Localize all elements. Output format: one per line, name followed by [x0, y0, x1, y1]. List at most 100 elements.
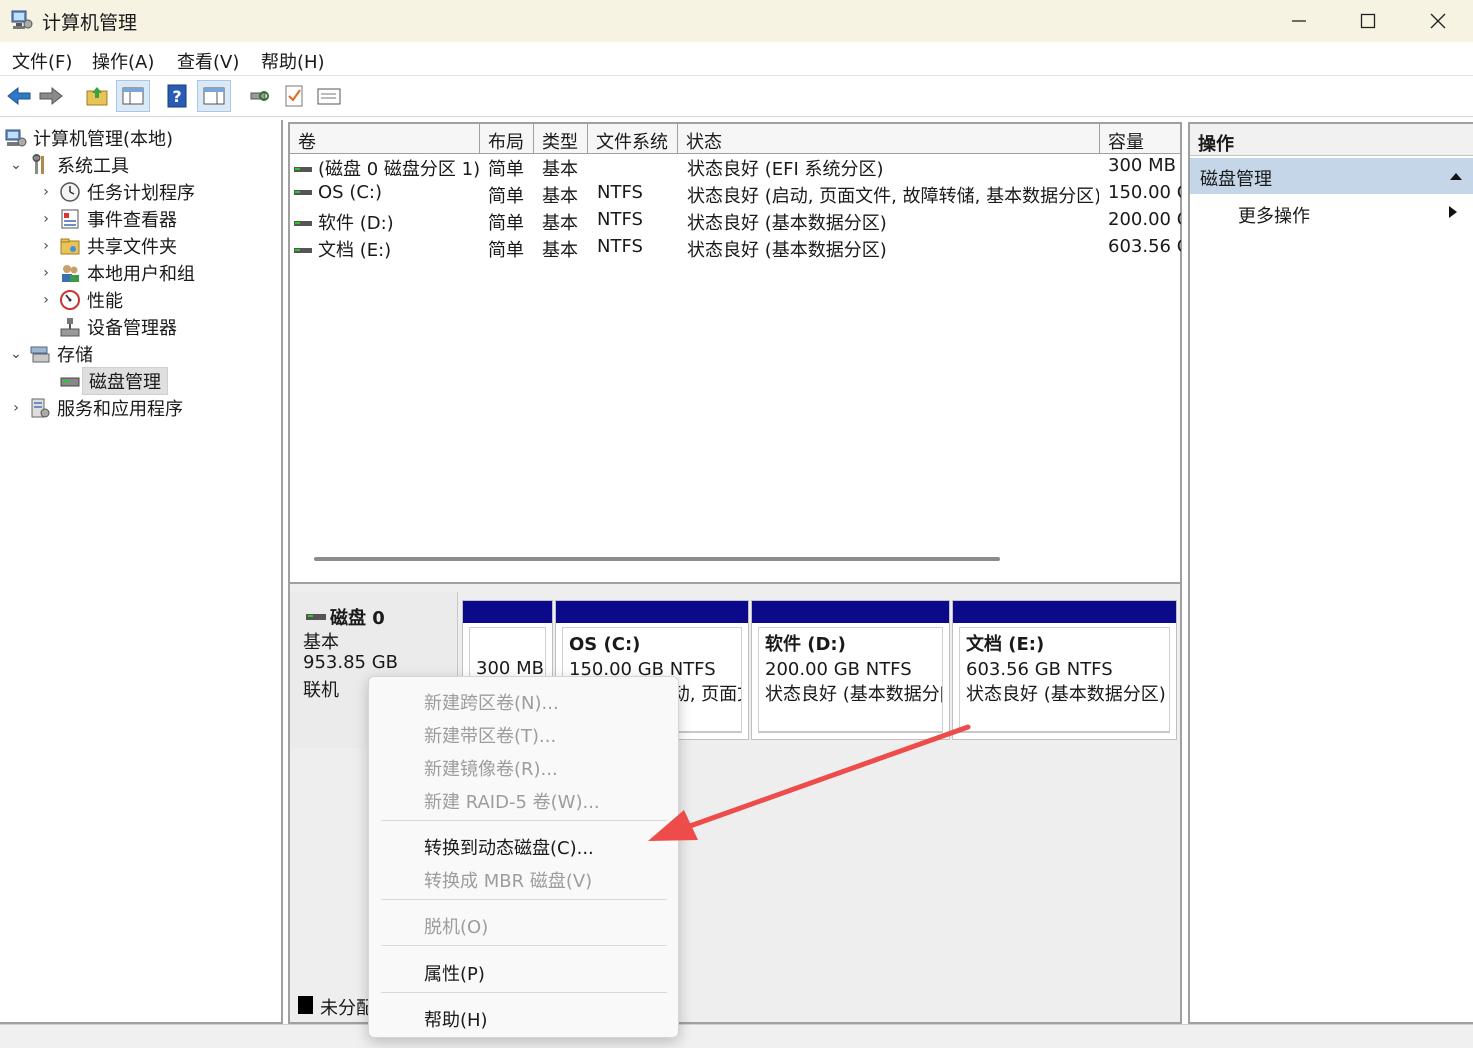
performance-gauge-icon — [58, 288, 82, 312]
submenu-arrow-icon[interactable] — [1448, 205, 1458, 219]
column-header-status[interactable]: 状态 — [678, 124, 1100, 154]
chevron-right-icon[interactable]: › — [38, 265, 54, 281]
actions-section-label: 磁盘管理 — [1200, 169, 1272, 190]
toolbar: ? — [0, 77, 1473, 117]
show-hide-tree-button[interactable] — [116, 80, 150, 112]
table-cell-status: 状态良好 (启动, 页面文件, 故障转储, 基本数据分区) — [687, 182, 1099, 209]
tree-item-system-tools[interactable]: ⌄ 系统工具 — [8, 151, 129, 178]
legend-unallocated-label: 未分配 — [320, 998, 374, 1019]
help-button[interactable]: ? — [160, 80, 194, 112]
menu-separator — [381, 945, 667, 946]
cell-text: 基本 — [542, 159, 578, 180]
horizontal-scrollbar[interactable] — [314, 557, 1000, 561]
tree-item-device-manager[interactable]: 设备管理器 — [38, 313, 177, 340]
table-cell-status: 状态良好 (基本数据分区) — [687, 236, 1099, 263]
maximize-button[interactable] — [1333, 0, 1403, 42]
menu-item-help[interactable]: 帮助(H) — [424, 1006, 488, 1032]
column-header-filesystem[interactable]: 文件系统 — [588, 124, 678, 154]
partition-bar — [953, 601, 1176, 623]
partition-d[interactable]: 软件 (D:) 200.00 GB NTFS 状态良好 (基本数据分[ — [751, 600, 950, 740]
cell-text: 简单 — [488, 213, 524, 234]
cell-text: OS (C:) — [318, 182, 382, 203]
partition-size: 603.56 GB NTFS — [966, 659, 1113, 680]
table-cell-capacity: 300 MB — [1108, 155, 1181, 182]
column-header-layout[interactable]: 布局 — [480, 124, 534, 154]
menu-help[interactable]: 帮助(H) — [261, 48, 325, 74]
show-hide-action-pane-button[interactable] — [197, 80, 231, 112]
cell-text: 200.00 G — [1108, 209, 1181, 230]
menu-item-new-raid5-volume[interactable]: 新建 RAID-5 卷(W)... — [424, 788, 600, 814]
tree-item-task-scheduler[interactable]: › 任务计划程序 — [38, 178, 195, 205]
partition-bar — [752, 601, 949, 623]
table-cell-volume: 软件 (D:) — [292, 209, 482, 236]
rescan-button[interactable] — [242, 80, 276, 112]
chevron-right-icon[interactable]: › — [38, 292, 54, 308]
menu-item-new-striped-volume[interactable]: 新建带区卷(T)... — [424, 722, 556, 748]
volume-icon — [294, 221, 312, 226]
table-cell-layout: 简单 — [488, 236, 542, 263]
chevron-right-icon[interactable]: › — [38, 184, 54, 200]
close-button[interactable] — [1403, 0, 1473, 42]
table-cell-capacity: 603.56 G — [1108, 236, 1181, 263]
menu-action[interactable]: 操作(A) — [92, 48, 154, 74]
table-cell-status: 状态良好 (EFI 系统分区) — [687, 155, 1099, 182]
forward-button[interactable] — [34, 80, 68, 112]
menu-item-new-mirrored-volume[interactable]: 新建镜像卷(R)... — [424, 755, 558, 781]
table-cell-type: 基本 — [542, 236, 596, 263]
minimize-button[interactable] — [1264, 0, 1334, 42]
users-icon — [58, 261, 82, 285]
menu-item-convert-to-dynamic[interactable]: 转换到动态磁盘(C)... — [424, 834, 594, 860]
column-header-capacity[interactable]: 容量 — [1100, 124, 1180, 154]
volume-icon — [294, 190, 312, 195]
tree-item-local-users[interactable]: › 本地用户和组 — [38, 259, 195, 286]
menu-item-new-spanned-volume[interactable]: 新建跨区卷(N)... — [424, 689, 559, 715]
partition-body: 文档 (E:) 603.56 GB NTFS 状态良好 (基本数据分区) — [959, 627, 1170, 733]
tree-label: 服务和应用程序 — [57, 398, 183, 420]
cell-text: 简单 — [488, 240, 524, 261]
cell-text: NTFS — [597, 182, 643, 203]
table-cell-volume: 文档 (E:) — [292, 236, 482, 263]
back-button[interactable] — [2, 80, 36, 112]
partition-e[interactable]: 文档 (E:) 603.56 GB NTFS 状态良好 (基本数据分区) — [952, 600, 1177, 740]
tree-item-services-apps[interactable]: › 服务和应用程序 — [8, 394, 183, 421]
column-header-type[interactable]: 类型 — [534, 124, 588, 154]
cell-text: 状态良好 (基本数据分区) — [687, 213, 887, 234]
chevron-right-icon[interactable]: › — [38, 211, 54, 227]
menu-item-properties[interactable]: 属性(P) — [424, 960, 485, 986]
chevron-right-icon[interactable]: › — [38, 238, 54, 254]
tools-icon — [28, 153, 52, 177]
tree-item-root[interactable]: 计算机管理(本地) — [4, 124, 173, 151]
table-cell-filesystem: NTFS — [597, 236, 687, 263]
properties-toolbar-button[interactable] — [312, 80, 346, 112]
chevron-down-icon[interactable]: ⌄ — [8, 346, 24, 362]
menu-view[interactable]: 查看(V) — [177, 48, 239, 74]
partition-bar — [556, 601, 748, 623]
tree-item-performance[interactable]: › 性能 — [38, 286, 123, 313]
collapse-up-icon[interactable] — [1449, 171, 1463, 181]
tree-item-storage[interactable]: ⌄ 存储 — [8, 340, 93, 367]
folder-up-icon — [86, 87, 108, 106]
up-level-button[interactable] — [80, 80, 114, 112]
partition-status: 状态良好 (基本数据分[ — [765, 684, 943, 705]
table-cell-capacity: 150.00 G — [1108, 182, 1181, 209]
check-button[interactable] — [277, 80, 311, 112]
chevron-down-icon[interactable]: ⌄ — [8, 157, 24, 173]
tree-item-disk-management[interactable]: 磁盘管理 — [38, 366, 168, 395]
table-cell-status: 状态良好 (基本数据分区) — [687, 209, 1099, 236]
disk-type: 基本 — [303, 632, 339, 653]
menu-item-offline[interactable]: 脱机(O) — [424, 913, 488, 939]
menu-item-convert-to-mbr[interactable]: 转换成 MBR 磁盘(V) — [424, 867, 592, 893]
tree-label: 计算机管理(本地) — [33, 128, 174, 150]
svg-text:?: ? — [172, 87, 181, 106]
table-cell-volume: (磁盘 0 磁盘分区 1) — [292, 155, 482, 182]
table-cell-type: 基本 — [542, 182, 596, 209]
tree-item-event-viewer[interactable]: › 事件查看器 — [38, 205, 177, 232]
column-header-volume[interactable]: 卷 — [290, 124, 480, 154]
table-cell-type: 基本 — [542, 209, 596, 236]
menu-file[interactable]: 文件(F) — [12, 48, 72, 74]
clock-icon — [58, 180, 82, 204]
tree-item-shared-folders[interactable]: › 共享文件夹 — [38, 232, 177, 259]
actions-section-disk-management[interactable]: 磁盘管理 — [1190, 158, 1473, 194]
more-actions-item[interactable]: 更多操作 — [1238, 202, 1310, 228]
chevron-right-icon[interactable]: › — [8, 400, 24, 416]
